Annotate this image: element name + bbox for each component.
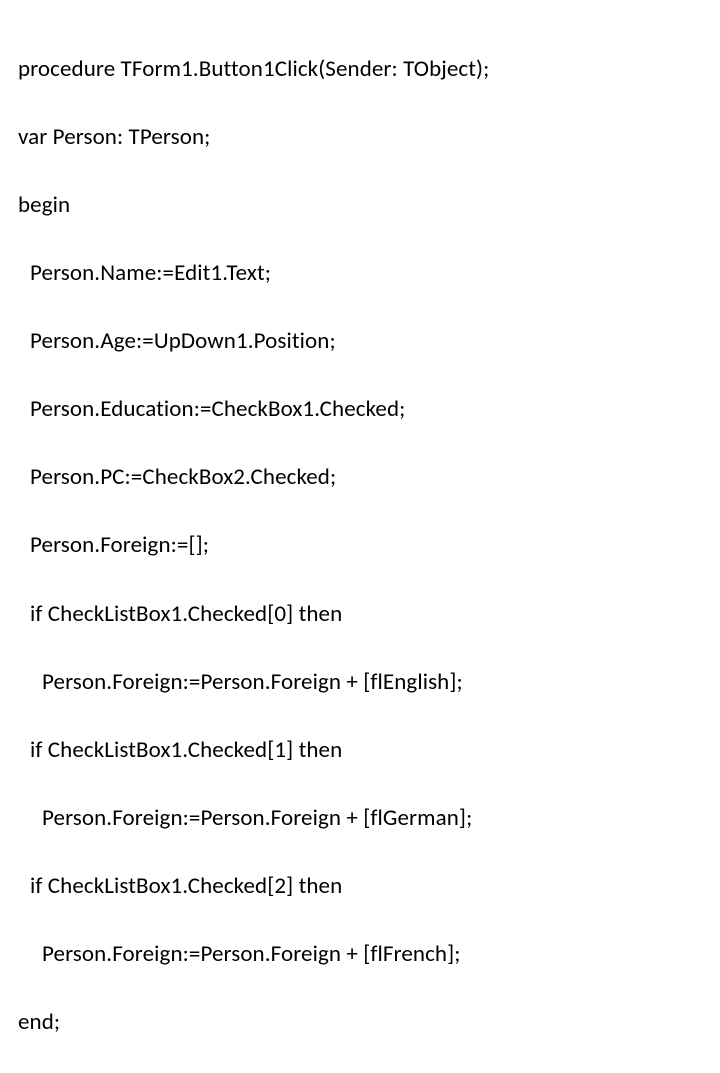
code-line: Person.Name:=Edit1.Text; (18, 256, 720, 290)
code-line: end; (18, 1005, 720, 1039)
code-line: Person.Age:=UpDown1.Position; (18, 324, 720, 358)
code-line: procedure TForm1.Button1Click(Sender: TO… (18, 52, 720, 86)
code-line: Person.Foreign:=Person.Foreign + [flEngl… (18, 665, 720, 699)
code-line: var Person: TPerson; (18, 120, 720, 154)
code-line: Person.Foreign:=Person.Foreign + [flFren… (18, 937, 720, 971)
code-line: Person.Foreign:=[]; (18, 528, 720, 562)
code-line: begin (18, 188, 720, 222)
code-line: if CheckListBox1.Checked[2] then (18, 869, 720, 903)
code-line: Person.Education:=CheckBox1.Checked; (18, 392, 720, 426)
code-line: Person.Foreign:=Person.Foreign + [flGerm… (18, 801, 720, 835)
code-line: if CheckListBox1.Checked[0] then (18, 597, 720, 631)
code-line: if CheckListBox1.Checked[1] then (18, 733, 720, 767)
code-line: Person.PC:=CheckBox2.Checked; (18, 460, 720, 494)
code-block: procedure TForm1.Button1Click(Sender: TO… (18, 18, 720, 1073)
